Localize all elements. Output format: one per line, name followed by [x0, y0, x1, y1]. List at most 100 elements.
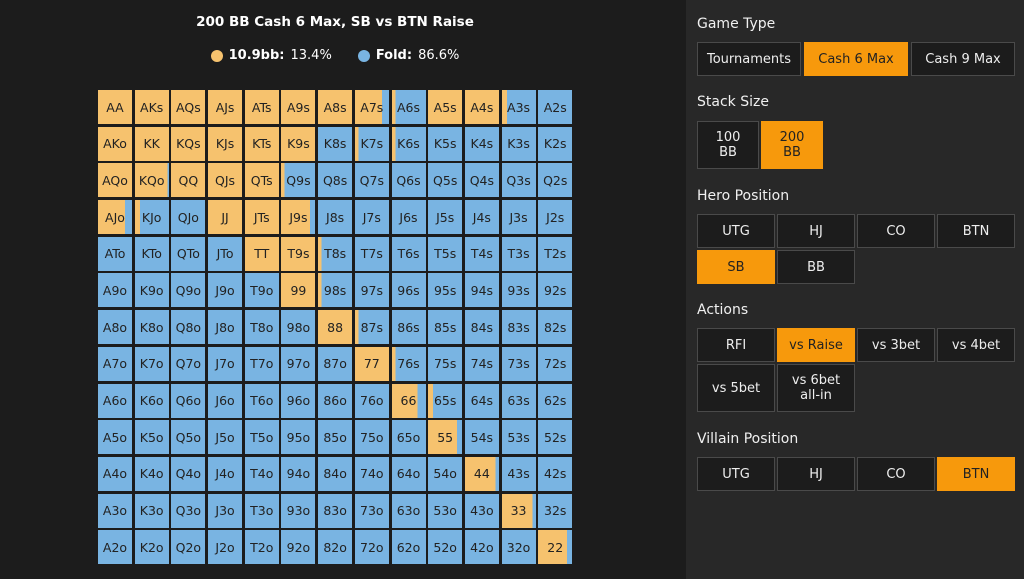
hand-cell-JTo[interactable]: JTo	[208, 236, 243, 271]
hand-cell-QTs[interactable]: QTs	[244, 163, 279, 198]
hand-cell-92s[interactable]: 92s	[538, 273, 573, 308]
hand-cell-52s[interactable]: 52s	[538, 420, 573, 455]
hand-cell-64o[interactable]: 64o	[391, 456, 426, 491]
hand-cell-A7s[interactable]: A7s	[354, 90, 389, 124]
hand-cell-KJo[interactable]: KJo	[134, 200, 169, 235]
hand-cell-93s[interactable]: 93s	[501, 273, 536, 308]
hand-cell-J7o[interactable]: J7o	[208, 346, 243, 381]
hand-cell-A5o[interactable]: A5o	[98, 420, 132, 455]
hand-cell-83o[interactable]: 83o	[318, 493, 353, 528]
hand-cell-K9s[interactable]: K9s	[281, 126, 316, 161]
hand-cell-72o[interactable]: 72o	[354, 530, 389, 565]
hand-cell-76o[interactable]: 76o	[354, 383, 389, 418]
hand-cell-T7s[interactable]: T7s	[354, 236, 389, 271]
hand-cell-98o[interactable]: 98o	[281, 310, 316, 345]
hand-cell-82o[interactable]: 82o	[318, 530, 353, 565]
hand-cell-AQs[interactable]: AQs	[171, 90, 206, 124]
villain-btn-button[interactable]: BTN	[937, 457, 1015, 491]
hand-cell-K3s[interactable]: K3s	[501, 126, 536, 161]
game-type-tournaments-button[interactable]: Tournaments	[697, 42, 801, 76]
hand-cell-KTs[interactable]: KTs	[244, 126, 279, 161]
hand-cell-AQo[interactable]: AQo	[98, 163, 132, 198]
hand-cell-A9s[interactable]: A9s	[281, 90, 316, 124]
hand-cell-93o[interactable]: 93o	[281, 493, 316, 528]
hand-cell-88[interactable]: 88	[318, 310, 353, 345]
hand-cell-AA[interactable]: AA	[98, 90, 132, 124]
hand-cell-54s[interactable]: 54s	[464, 420, 499, 455]
hand-cell-JJ[interactable]: JJ	[208, 200, 243, 235]
hand-cell-QTo[interactable]: QTo	[171, 236, 206, 271]
action-rfi-button[interactable]: RFI	[697, 328, 775, 362]
hand-cell-QQ[interactable]: QQ	[171, 163, 206, 198]
hand-cell-J9o[interactable]: J9o	[208, 273, 243, 308]
game-type-cash9-button[interactable]: Cash 9 Max	[911, 42, 1015, 76]
villain-hj-button[interactable]: HJ	[777, 457, 855, 491]
hand-cell-T5s[interactable]: T5s	[428, 236, 463, 271]
hand-cell-43o[interactable]: 43o	[464, 493, 499, 528]
hand-cell-K6o[interactable]: K6o	[134, 383, 169, 418]
hand-cell-T7o[interactable]: T7o	[244, 346, 279, 381]
hand-cell-T2o[interactable]: T2o	[244, 530, 279, 565]
stack-200bb-button[interactable]: 200 BB	[761, 121, 823, 169]
hand-cell-52o[interactable]: 52o	[428, 530, 463, 565]
hand-cell-84s[interactable]: 84s	[464, 310, 499, 345]
hand-cell-T9s[interactable]: T9s	[281, 236, 316, 271]
hero-hj-button[interactable]: HJ	[777, 214, 855, 248]
hand-cell-65o[interactable]: 65o	[391, 420, 426, 455]
hand-cell-42o[interactable]: 42o	[464, 530, 499, 565]
hand-cell-94s[interactable]: 94s	[464, 273, 499, 308]
hand-cell-AKs[interactable]: AKs	[134, 90, 169, 124]
hand-cell-Q8s[interactable]: Q8s	[318, 163, 353, 198]
hand-cell-63s[interactable]: 63s	[501, 383, 536, 418]
hand-cell-T9o[interactable]: T9o	[244, 273, 279, 308]
hand-cell-76s[interactable]: 76s	[391, 346, 426, 381]
hand-cell-A7o[interactable]: A7o	[98, 346, 132, 381]
hand-cell-QJo[interactable]: QJo	[171, 200, 206, 235]
hand-cell-Q5s[interactable]: Q5s	[428, 163, 463, 198]
hand-cell-T3s[interactable]: T3s	[501, 236, 536, 271]
action-vs-3bet-button[interactable]: vs 3bet	[857, 328, 935, 362]
hand-cell-J9s[interactable]: J9s	[281, 200, 316, 235]
hand-cell-74o[interactable]: 74o	[354, 456, 389, 491]
hand-cell-K8s[interactable]: K8s	[318, 126, 353, 161]
action-vs-raise-button[interactable]: vs Raise	[777, 328, 855, 362]
hand-cell-A4s[interactable]: A4s	[464, 90, 499, 124]
hand-cell-T4o[interactable]: T4o	[244, 456, 279, 491]
hand-cell-Q4o[interactable]: Q4o	[171, 456, 206, 491]
hand-cell-84o[interactable]: 84o	[318, 456, 353, 491]
hand-cell-95o[interactable]: 95o	[281, 420, 316, 455]
hand-cell-53s[interactable]: 53s	[501, 420, 536, 455]
hand-cell-J6o[interactable]: J6o	[208, 383, 243, 418]
hand-cell-JTs[interactable]: JTs	[244, 200, 279, 235]
hand-cell-T6o[interactable]: T6o	[244, 383, 279, 418]
hand-cell-A6s[interactable]: A6s	[391, 90, 426, 124]
hand-cell-J3s[interactable]: J3s	[501, 200, 536, 235]
hand-cell-KQo[interactable]: KQo	[134, 163, 169, 198]
hand-cell-64s[interactable]: 64s	[464, 383, 499, 418]
action-vs-5bet-button[interactable]: vs 5bet	[697, 364, 775, 412]
hand-cell-72s[interactable]: 72s	[538, 346, 573, 381]
hand-cell-86o[interactable]: 86o	[318, 383, 353, 418]
hand-cell-65s[interactable]: 65s	[428, 383, 463, 418]
hand-cell-T6s[interactable]: T6s	[391, 236, 426, 271]
hand-cell-62o[interactable]: 62o	[391, 530, 426, 565]
hand-cell-K2o[interactable]: K2o	[134, 530, 169, 565]
hand-cell-A3o[interactable]: A3o	[98, 493, 132, 528]
hand-cell-J2o[interactable]: J2o	[208, 530, 243, 565]
hand-cell-J2s[interactable]: J2s	[538, 200, 573, 235]
hand-cell-A2s[interactable]: A2s	[538, 90, 573, 124]
action-vs-4bet-button[interactable]: vs 4bet	[937, 328, 1015, 362]
hand-cell-A3s[interactable]: A3s	[501, 90, 536, 124]
hero-sb-button[interactable]: SB	[697, 250, 775, 284]
hand-cell-A8o[interactable]: A8o	[98, 310, 132, 345]
hand-cell-K3o[interactable]: K3o	[134, 493, 169, 528]
hand-cell-J4s[interactable]: J4s	[464, 200, 499, 235]
hand-cell-AJo[interactable]: AJo	[98, 200, 132, 235]
hand-cell-85o[interactable]: 85o	[318, 420, 353, 455]
hand-cell-A4o[interactable]: A4o	[98, 456, 132, 491]
hand-cell-J6s[interactable]: J6s	[391, 200, 426, 235]
hand-cell-T2s[interactable]: T2s	[538, 236, 573, 271]
hand-cell-J8s[interactable]: J8s	[318, 200, 353, 235]
hand-cell-QJs[interactable]: QJs	[208, 163, 243, 198]
hand-cell-K4s[interactable]: K4s	[464, 126, 499, 161]
